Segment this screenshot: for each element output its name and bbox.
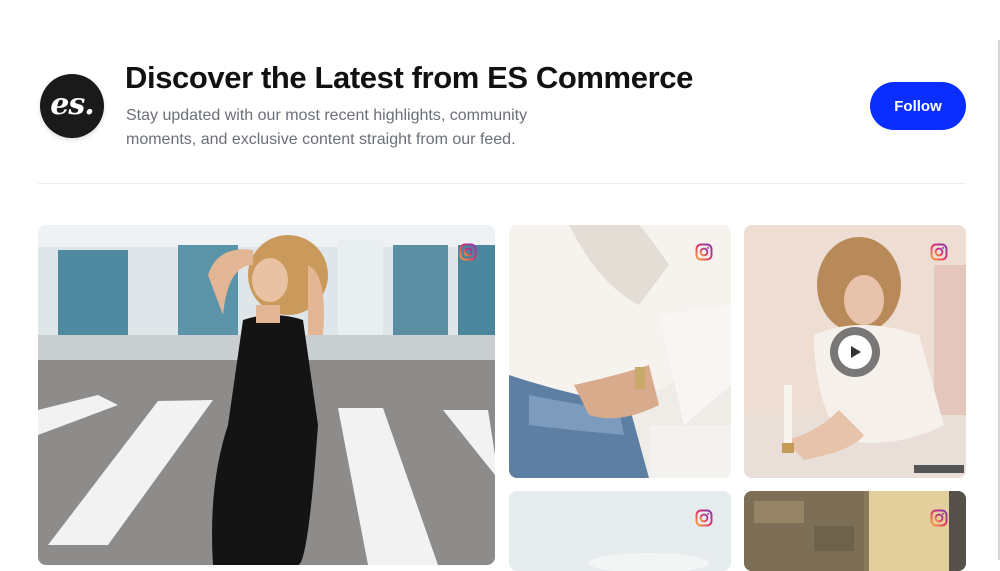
divider	[38, 183, 966, 184]
brand-logo-text: es.	[50, 86, 94, 122]
play-button[interactable]	[830, 327, 880, 377]
feed-post[interactable]	[509, 225, 731, 478]
instagram-icon	[459, 243, 477, 261]
instagram-icon	[695, 243, 713, 261]
page-title: Discover the Latest from ES Commerce	[125, 60, 693, 95]
feed-post-large[interactable]	[38, 225, 495, 565]
post-image	[509, 225, 731, 478]
brand-logo: es.	[40, 74, 104, 138]
post-image	[744, 491, 966, 571]
page-subtitle: Stay updated with our most recent highli…	[126, 107, 528, 148]
feed-post[interactable]	[509, 491, 731, 571]
feed-post[interactable]	[744, 491, 966, 571]
instagram-icon	[930, 243, 948, 261]
instagram-icon	[930, 509, 948, 527]
feed-post-video[interactable]	[744, 225, 966, 478]
post-image	[38, 225, 495, 565]
follow-button[interactable]: Follow	[870, 82, 966, 130]
play-icon	[851, 346, 861, 358]
instagram-icon	[695, 509, 713, 527]
post-image	[509, 491, 731, 571]
feed-header: es. Discover the Latest from ES Commerce…	[38, 60, 966, 160]
